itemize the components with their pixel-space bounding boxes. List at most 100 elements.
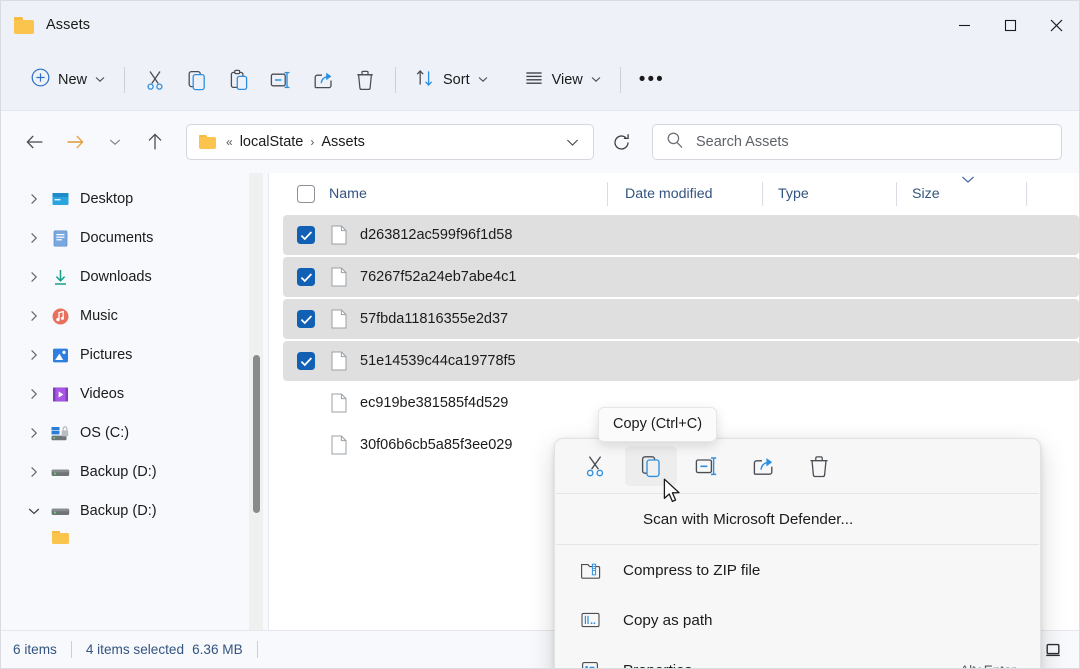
refresh-button[interactable] [602,125,640,159]
column-header-size[interactable]: Size [896,173,1026,215]
chevron-right-icon[interactable] [21,310,47,322]
select-all-checkbox[interactable] [297,185,315,203]
large-icons-view-button[interactable] [1039,637,1067,663]
search-input[interactable]: Search Assets [652,124,1062,160]
breadcrumb-overflow[interactable]: « [226,135,233,149]
sidebar-item-desktop[interactable]: Desktop [9,180,259,218]
sidebar-item-downloads[interactable]: Downloads [9,258,259,296]
table-row[interactable]: 51e14539c44ca19778f5 [283,341,1079,381]
row-checkbox[interactable] [297,268,315,286]
back-button[interactable] [16,125,54,159]
copy-button[interactable] [176,61,218,99]
file-name: d263812ac599f96f1d58 [360,227,512,243]
selection-count: 4 items selected [86,642,184,657]
sidebar-item-label: Documents [80,230,153,246]
sidebar-item-videos[interactable]: Videos [9,375,259,413]
minimize-button[interactable] [941,1,987,49]
chevron-right-icon[interactable] [21,466,47,478]
paste-button[interactable] [218,61,260,99]
delete-button[interactable] [344,61,386,99]
address-bar[interactable]: « localState › Assets [186,124,594,160]
rename-button[interactable] [681,446,733,486]
sort-button[interactable]: Sort [405,62,498,98]
menu-item-label: Compress to ZIP file [623,562,760,579]
address-dropdown-chevron-down-icon[interactable] [557,127,587,157]
cut-button[interactable] [134,61,176,99]
chevron-right-icon[interactable] [21,271,47,283]
sidebar-item-os-c[interactable]: OS (C:) [9,414,259,452]
forward-button[interactable] [56,125,94,159]
maximize-button[interactable] [987,1,1033,49]
sidebar-item-pictures[interactable]: Pictures [9,336,259,374]
menu-item-copy-as-path[interactable]: Copy as path [555,595,1040,645]
rename-button[interactable] [260,61,302,99]
view-button[interactable]: View [514,62,611,98]
row-checkbox[interactable] [297,226,315,244]
cut-button[interactable] [569,446,621,486]
status-separator [257,641,258,658]
file-name: 57fbda11816355e2d37 [360,311,508,327]
new-button-label: New [58,72,87,88]
folder-icon [199,135,216,150]
title-bar: Assets [1,1,1079,49]
see-more-button[interactable]: ••• [630,62,674,98]
sidebar-item-partial[interactable] [9,531,259,545]
file-name: ec919be381585f4d529 [360,395,508,411]
explorer-body: Desktop Documents Downloads [1,173,1079,630]
file-icon [331,435,347,455]
menu-item-scan-with-defender[interactable]: Scan with Microsoft Defender... [555,494,1040,544]
navigation-pane-scrollbar-thumb[interactable] [253,355,260,513]
file-icon [331,393,347,413]
table-row[interactable]: d263812ac599f96f1d58 [283,215,1079,255]
table-row[interactable]: 76267f52a24eb7abe4c1 [283,257,1079,297]
context-menu-toolbar [555,439,1040,493]
chevron-right-icon[interactable] [21,193,47,205]
row-checkbox[interactable] [297,436,315,454]
window-title: Assets [46,17,90,33]
chevron-right-icon[interactable] [21,349,47,361]
share-button[interactable] [302,61,344,99]
chevron-right-icon[interactable] [21,232,47,244]
command-bar: New [1,49,1079,111]
share-button[interactable] [737,446,789,486]
plus-circle-icon [31,68,50,91]
sidebar-item-label: Music [80,308,118,324]
new-button[interactable]: New [21,62,115,98]
path-icon [577,610,603,630]
column-header-date-modified[interactable]: Date modified [607,173,762,215]
command-bar-separator-2 [395,67,396,93]
sidebar-item-backup-d-2[interactable]: Backup (D:) [9,492,259,530]
menu-item-compress-to-zip[interactable]: Compress to ZIP file [555,545,1040,595]
breadcrumb: « localState › Assets [226,134,365,150]
table-row[interactable]: 57fbda11816355e2d37 [283,299,1079,339]
pictures-icon [47,346,73,365]
sidebar-item-backup-d-1[interactable]: Backup (D:) [9,453,259,491]
chevron-right-icon[interactable] [21,388,47,400]
delete-button[interactable] [793,446,845,486]
menu-item-properties[interactable]: Properties Alt+Enter [555,645,1040,669]
sidebar-item-label: Desktop [80,191,133,207]
row-checkbox[interactable] [297,310,315,328]
column-header-type[interactable]: Type [762,173,896,215]
breadcrumb-separator: › [310,135,314,149]
breadcrumb-item-localstate[interactable]: localState [240,134,304,150]
breadcrumb-item-assets[interactable]: Assets [321,134,365,150]
column-header-label: Type [778,186,809,202]
recent-locations-button[interactable] [96,125,134,159]
menu-item-label: Copy as path [623,612,713,629]
row-checkbox[interactable] [297,394,315,412]
column-header-label: Date modified [625,186,713,202]
sidebar-item-documents[interactable]: Documents [9,219,259,257]
file-name: 51e14539c44ca19778f5 [360,353,516,369]
music-icon [47,307,73,326]
row-checkbox[interactable] [297,352,315,370]
close-button[interactable] [1033,1,1079,49]
column-header-name[interactable]: Name [297,173,607,215]
sidebar-item-music[interactable]: Music [9,297,259,335]
search-placeholder: Search Assets [696,134,789,150]
up-button[interactable] [136,125,174,159]
chevron-down-icon[interactable] [21,507,47,516]
command-bar-separator-3 [620,67,621,93]
chevron-right-icon[interactable] [21,427,47,439]
chevron-down-icon [95,76,105,85]
